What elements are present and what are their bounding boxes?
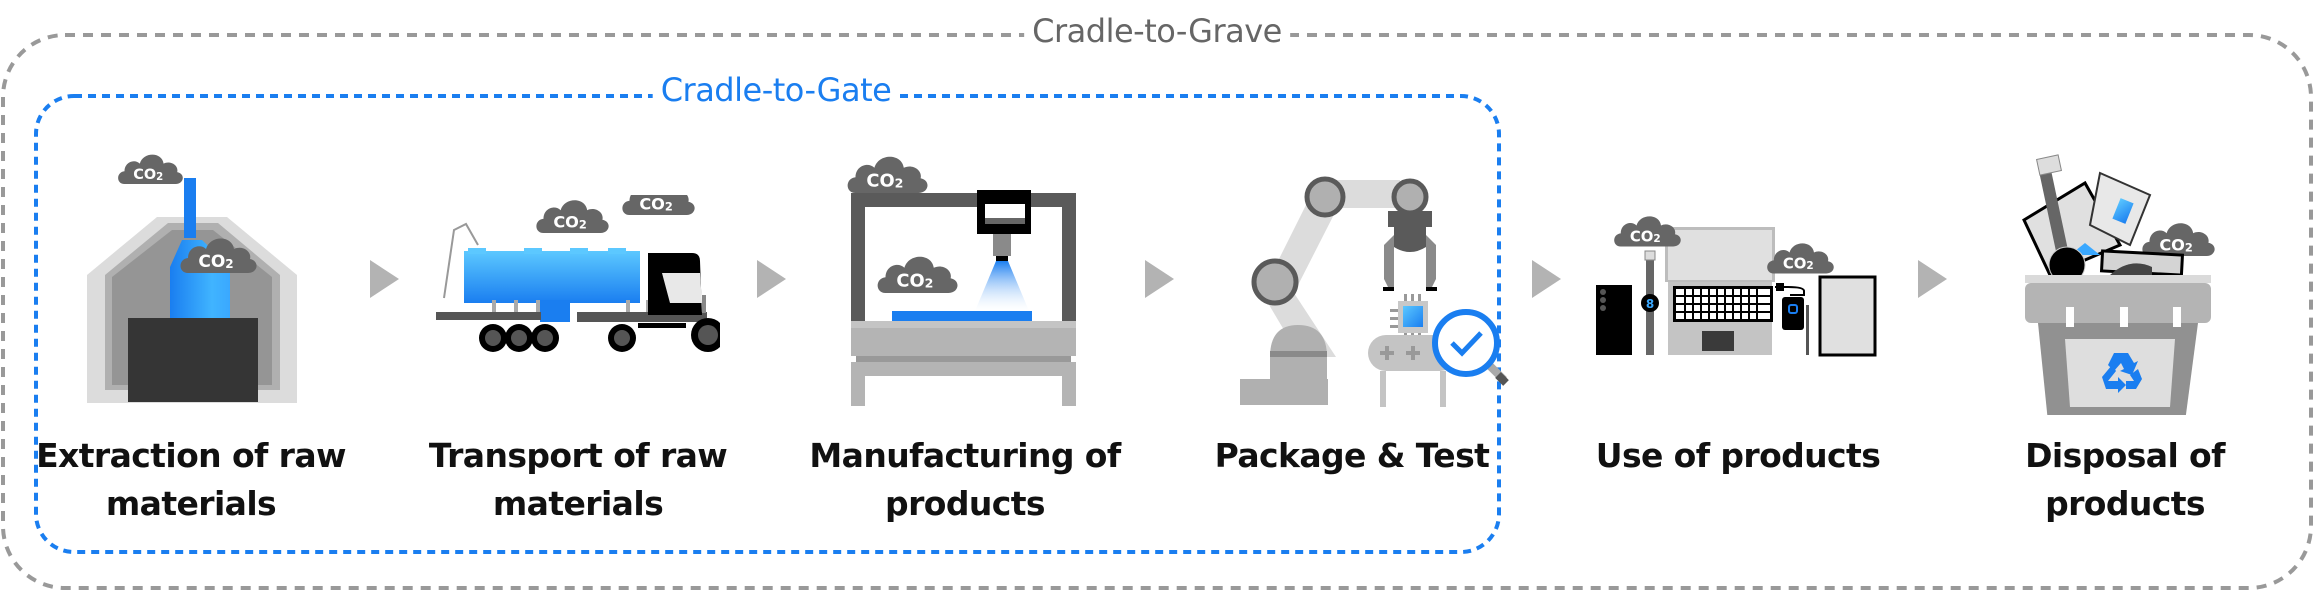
co2-cloud-icon	[622, 195, 695, 215]
co2-cloud-icon	[1614, 216, 1681, 247]
stage-label-transport: Transport of raw materials	[428, 432, 728, 528]
flow-arrow-icon	[1918, 260, 1947, 298]
stage-label-manufacturing: Manufacturing of products	[809, 432, 1121, 528]
cradle-to-gate-label: Cradle-to-Gate	[652, 72, 900, 108]
stage-label-line: materials	[492, 484, 664, 523]
robot-arm-inspection-icon	[1240, 176, 1509, 407]
boundary-frames	[1, 33, 2313, 590]
mine-furnace-icon	[87, 154, 297, 403]
tanker-truck-icon	[436, 195, 720, 352]
stage-label-extraction: Extraction of raw materials	[36, 432, 346, 528]
stage-label-line: materials	[105, 484, 277, 523]
watch-face-text: 8	[1646, 297, 1654, 311]
recycle-bin-icon	[2022, 154, 2215, 415]
co2-cloud-icon	[847, 156, 928, 193]
stage-label-disposal: Disposal of products	[2025, 432, 2225, 528]
stage-label-line: Extraction of raw	[36, 436, 346, 475]
co2-cloud-icon	[2142, 223, 2215, 256]
co2-cloud-icon	[877, 256, 958, 293]
co2-cloud-icon	[536, 200, 609, 233]
stage-label-line: Use of products	[1595, 436, 1881, 475]
manufacturing-machine-icon	[847, 156, 1076, 406]
stage-label-package-test: Package & Test	[1215, 432, 1490, 480]
co2-cloud-icon	[1767, 243, 1834, 274]
flow-arrow-icon	[1145, 260, 1174, 298]
co2-cloud-icon	[118, 154, 183, 184]
stage-label-line: Transport of raw	[428, 436, 728, 475]
flow-arrow-icon	[1532, 260, 1561, 298]
stage-label-line: Disposal of	[2025, 436, 2225, 475]
stage-label-line: products	[2045, 484, 2205, 523]
stage-label-line: Manufacturing of	[809, 436, 1121, 475]
stage-label-line: Package & Test	[1214, 436, 1490, 475]
stage-label-use: Use of products	[1596, 432, 1881, 480]
flow-arrow-icon	[370, 260, 399, 298]
flow-arrow-icon	[757, 260, 786, 298]
stage-label-line: products	[885, 484, 1045, 523]
devices-icon: 8	[1596, 216, 1877, 357]
cradle-to-grave-label: Cradle-to-Grave	[1024, 13, 1290, 49]
cradle-to-grave-boundary	[1, 33, 2313, 590]
